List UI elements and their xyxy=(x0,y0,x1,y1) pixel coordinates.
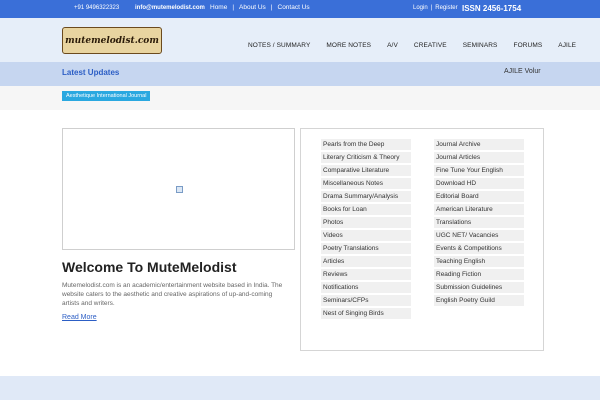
auth-separator: | xyxy=(430,5,433,11)
list-item[interactable]: Editorial Board xyxy=(434,191,524,202)
list-item[interactable]: Events & Competitions xyxy=(434,243,524,254)
list-item[interactable]: Comparative Literature xyxy=(321,165,411,176)
list-item[interactable]: Fine Tune Your English xyxy=(434,165,524,176)
nav-ajile[interactable]: AJILE xyxy=(558,42,576,49)
links-column-right: Journal Archive Journal Articles Fine Tu… xyxy=(434,139,524,308)
list-item[interactable]: Drama Summary/Analysis xyxy=(321,191,411,202)
read-more-link[interactable]: Read More xyxy=(62,314,97,321)
site-logo[interactable]: mutemelodist.com xyxy=(62,27,162,54)
list-item[interactable]: Reviews xyxy=(321,269,411,280)
nav-about-link[interactable]: About Us xyxy=(239,4,266,11)
logo-text: mutemelodist.com xyxy=(65,35,159,46)
nav-forums[interactable]: FORUMS xyxy=(514,42,543,49)
list-item[interactable]: Videos xyxy=(321,230,411,241)
top-bar: +91 9496322323 info@mutemelodist.com Hom… xyxy=(0,0,600,18)
nav-av[interactable]: A/V xyxy=(387,42,398,49)
nav-separator: | xyxy=(270,4,273,11)
list-item[interactable]: English Poetry Guild xyxy=(434,295,524,306)
list-item[interactable]: Journal Archive xyxy=(434,139,524,150)
list-item[interactable]: Miscellaneous Notes xyxy=(321,178,411,189)
login-link[interactable]: Login xyxy=(413,5,428,11)
list-item[interactable]: Articles xyxy=(321,256,411,267)
list-item[interactable]: Translations xyxy=(434,217,524,228)
list-item[interactable]: Teaching English xyxy=(434,256,524,267)
list-item[interactable]: Submission Guidelines xyxy=(434,282,524,293)
links-column-left: Pearls from the Deep Literary Criticism … xyxy=(321,139,411,321)
main-nav: NOTES / SUMMARY MORE NOTES A/V CREATIVE … xyxy=(248,42,592,49)
list-item[interactable]: Photos xyxy=(321,217,411,228)
list-item[interactable]: UGC NET/ Vacancies xyxy=(434,230,524,241)
top-nav: Home | About Us | Contact Us xyxy=(210,4,310,11)
journal-tag[interactable]: Aesthetique International Journal xyxy=(62,91,151,101)
nav-creative[interactable]: CREATIVE xyxy=(414,42,447,49)
list-item[interactable]: Poetry Translations xyxy=(321,243,411,254)
nav-contact-link[interactable]: Contact Us xyxy=(278,4,310,11)
list-item[interactable]: Seminars/CFPs xyxy=(321,295,411,306)
nav-more-notes[interactable]: MORE NOTES xyxy=(326,42,371,49)
list-item[interactable]: American Literature xyxy=(434,204,524,215)
nav-seminars[interactable]: SEMINARS xyxy=(463,42,498,49)
phone-number: +91 9496322323 xyxy=(74,5,120,11)
list-item[interactable]: Download HD xyxy=(434,178,524,189)
footer-band xyxy=(0,376,600,400)
welcome-heading: Welcome To MuteMelodist xyxy=(62,259,237,275)
nav-home-link[interactable]: Home xyxy=(210,4,227,11)
email-address[interactable]: info@mutemelodist.com xyxy=(135,5,205,11)
issn-number: ISSN 2456-1754 xyxy=(462,4,522,13)
latest-updates-title: Latest Updates xyxy=(62,68,120,77)
site-description: Mutemelodist.com is an academic/entertai… xyxy=(62,282,283,307)
site-header: mutemelodist.com NOTES / SUMMARY MORE NO… xyxy=(0,18,600,62)
list-item[interactable]: Notifications xyxy=(321,282,411,293)
list-item[interactable]: Journal Articles xyxy=(434,152,524,163)
list-item[interactable]: Books for Loan xyxy=(321,204,411,215)
featured-image xyxy=(62,128,295,250)
list-item[interactable]: Reading Fiction xyxy=(434,269,524,280)
register-link[interactable]: Register xyxy=(435,5,457,11)
updates-ticker[interactable]: AJILE Volur xyxy=(504,68,541,75)
broken-image-icon xyxy=(176,186,183,193)
nav-notes-summary[interactable]: NOTES / SUMMARY xyxy=(248,42,310,49)
list-item[interactable]: Literary Criticism & Theory xyxy=(321,152,411,163)
tag-row: Aesthetique International Journal xyxy=(0,86,600,110)
auth-links: Login | Register xyxy=(413,5,458,11)
list-item[interactable]: Pearls from the Deep xyxy=(321,139,411,150)
nav-separator: | xyxy=(232,4,235,11)
latest-updates-bar: Latest Updates AJILE Volur xyxy=(0,62,600,86)
links-panel: Pearls from the Deep Literary Criticism … xyxy=(300,128,544,351)
list-item[interactable]: Nest of Singing Birds xyxy=(321,308,411,319)
